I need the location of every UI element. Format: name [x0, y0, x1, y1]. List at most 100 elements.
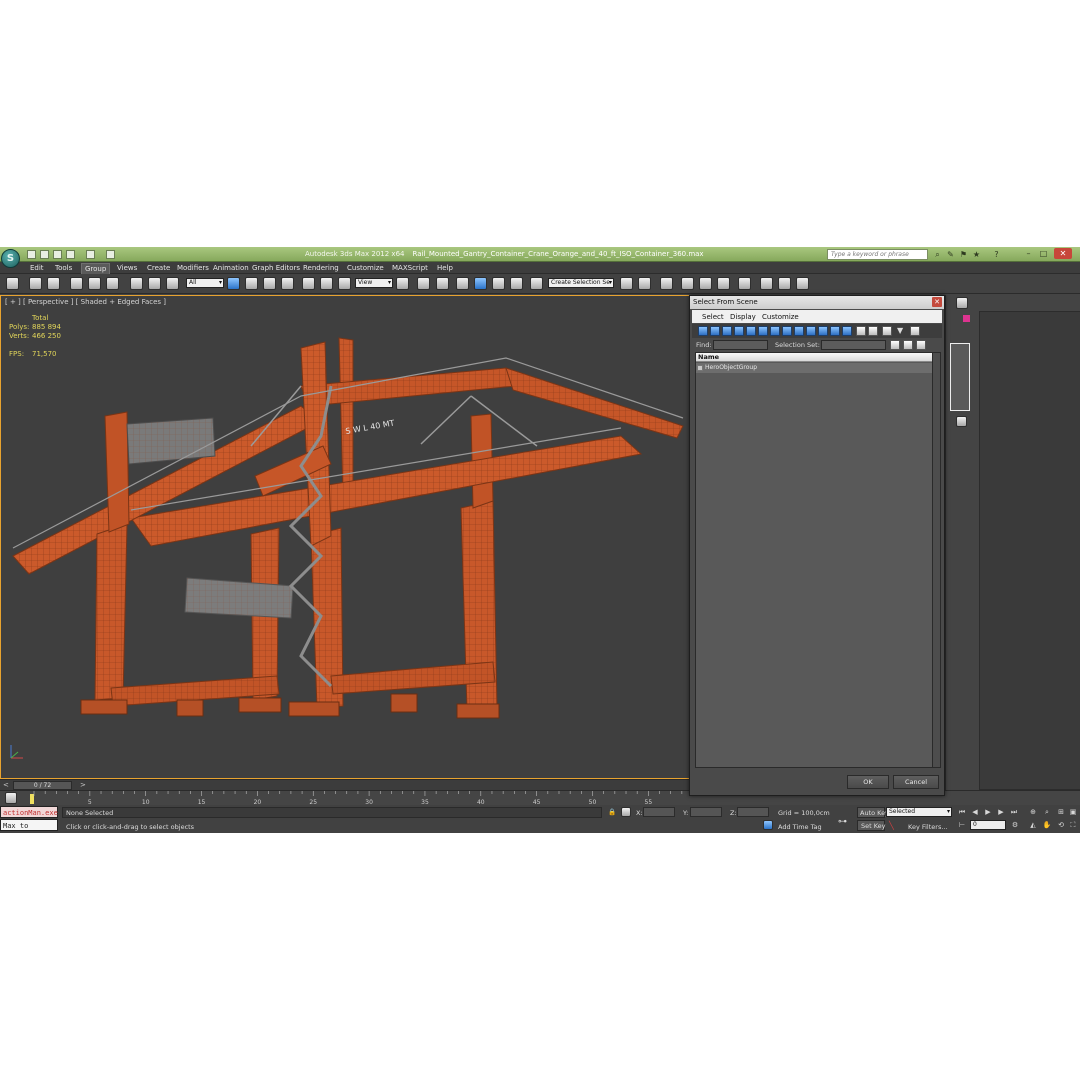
menu-tools[interactable]: Tools — [52, 263, 75, 273]
time-configuration-icon[interactable]: ⚙ — [1010, 820, 1020, 830]
display-groups-icon[interactable] — [770, 326, 780, 336]
time-tag-icon[interactable] — [763, 820, 773, 830]
undo-icon[interactable] — [66, 250, 75, 259]
absolute-mode-icon[interactable] — [621, 807, 631, 817]
new-file-icon[interactable] — [27, 250, 36, 259]
dialog-menu-customize[interactable]: Customize — [762, 313, 799, 321]
display-geometry-icon[interactable] — [698, 326, 708, 336]
menu-customize[interactable]: Customize — [344, 263, 387, 273]
spinner-snap-icon[interactable] — [510, 277, 523, 290]
previous-frame-icon[interactable]: ◀ — [970, 807, 980, 817]
unlink-icon[interactable] — [148, 277, 161, 290]
select-and-link-icon[interactable] — [29, 277, 42, 290]
sync-selection-icon[interactable] — [882, 326, 892, 336]
menu-graph-editors[interactable]: Graph Editors — [249, 263, 303, 273]
render-production-icon[interactable] — [796, 277, 809, 290]
unlink-selection-icon[interactable] — [47, 277, 60, 290]
play-icon[interactable]: ▶ — [983, 807, 993, 817]
selection-set-dropdown[interactable] — [821, 340, 886, 350]
display-children-icon[interactable] — [910, 326, 920, 336]
binoculars-icon[interactable]: ⌕ — [933, 250, 942, 259]
close-button[interactable]: ✕ — [1054, 248, 1072, 259]
mini-curve-editor-icon[interactable] — [5, 792, 17, 804]
current-frame-field[interactable]: 0 — [970, 820, 1006, 830]
display-hidden-icon[interactable] — [830, 326, 840, 336]
rendered-frame-window-icon[interactable] — [778, 277, 791, 290]
save-file-icon[interactable] — [53, 250, 62, 259]
select-invert-icon[interactable] — [916, 340, 926, 350]
named-selection-set-dropdown[interactable]: Create Selection Se — [548, 278, 614, 288]
z-coordinate-field[interactable] — [737, 807, 769, 817]
dialog-menu-select[interactable]: Select — [702, 313, 724, 321]
dialog-close-button[interactable]: ✕ — [932, 297, 942, 307]
key-mode-dropdown[interactable]: Selected — [886, 807, 952, 817]
menu-create[interactable]: Create — [144, 263, 173, 273]
scene-object-list[interactable]: Name HeroObjectGroup — [695, 352, 941, 768]
edit-named-selection-icon[interactable] — [530, 277, 543, 290]
display-space-warps-icon[interactable] — [758, 326, 768, 336]
bind-to-space-warp-icon[interactable] — [70, 277, 83, 290]
menu-rendering[interactable]: Rendering — [300, 263, 342, 273]
open-file-icon[interactable] — [40, 250, 49, 259]
maximize-viewport-icon[interactable]: ⛶ — [1068, 820, 1078, 830]
key-filters-button[interactable]: Key Filters... — [908, 823, 948, 831]
select-and-manipulate-icon[interactable] — [417, 277, 430, 290]
render-setup-icon[interactable] — [760, 277, 773, 290]
time-slider-right-icon[interactable]: > — [80, 781, 86, 789]
redo-icon[interactable] — [86, 250, 95, 259]
key-mode-toggle-icon[interactable]: ⊢ — [957, 820, 967, 830]
percent-snap-icon[interactable] — [492, 277, 505, 290]
display-all-icon[interactable] — [842, 326, 852, 336]
communication-icon[interactable]: ⚑ — [959, 250, 968, 259]
menu-views[interactable]: Views — [114, 263, 140, 273]
undo-scene-icon[interactable] — [6, 277, 19, 290]
layer-explorer-icon[interactable] — [660, 277, 673, 290]
reference-coordinate-dropdown[interactable]: View — [355, 278, 393, 288]
x-coordinate-field[interactable] — [643, 807, 675, 817]
find-input[interactable] — [713, 340, 768, 350]
time-slider-thumb[interactable]: 0 / 72 — [13, 781, 72, 790]
zoom-icon[interactable]: ⌕ — [1042, 807, 1052, 817]
object-color-swatch[interactable] — [963, 315, 970, 322]
display-helpers-icon[interactable] — [746, 326, 756, 336]
pivot-center-icon[interactable] — [396, 277, 409, 290]
select-and-move-icon[interactable] — [302, 277, 315, 290]
curve-editor-icon[interactable] — [699, 277, 712, 290]
viewport-label[interactable]: [ + ] [ Perspective ] [ Shaded + Edged F… — [5, 298, 166, 306]
maxscript-listener-input[interactable]: Max to Physcs — [0, 819, 58, 831]
field-of-view-icon[interactable]: ◭ — [1028, 820, 1038, 830]
display-cameras-icon[interactable] — [734, 326, 744, 336]
menu-maxscript[interactable]: MAXScript — [389, 263, 431, 273]
select-all-icon[interactable] — [890, 340, 900, 350]
layer-manager-icon[interactable] — [88, 277, 101, 290]
display-none-icon[interactable] — [856, 326, 866, 336]
rectangular-selection-icon[interactable] — [263, 277, 276, 290]
selection-lock-icon[interactable]: 🔒 — [608, 808, 616, 816]
orbit-icon[interactable]: ⟲ — [1056, 820, 1066, 830]
zoom-extents-all-icon[interactable]: ⊕ — [1028, 807, 1038, 817]
ok-button[interactable]: OK — [847, 775, 889, 789]
list-item[interactable]: HeroObjectGroup — [696, 363, 932, 373]
display-xrefs-icon[interactable] — [782, 326, 792, 336]
y-coordinate-field[interactable] — [690, 807, 722, 817]
select-and-rotate-icon[interactable] — [320, 277, 333, 290]
menu-animation[interactable]: Animation — [210, 263, 252, 273]
scene-explorer-icon[interactable] — [106, 277, 119, 290]
add-time-tag[interactable]: Add Time Tag — [778, 823, 822, 831]
snaps-toggle-icon[interactable] — [456, 277, 469, 290]
display-bones-icon[interactable] — [794, 326, 804, 336]
key-icon[interactable]: ⊶ — [838, 817, 847, 827]
cancel-button[interactable]: Cancel — [893, 775, 939, 789]
link-icon[interactable] — [130, 277, 143, 290]
invert-display-icon[interactable] — [868, 326, 878, 336]
goto-end-icon[interactable]: ⏭ — [1009, 807, 1019, 817]
select-none-icon[interactable] — [903, 340, 913, 350]
minimize-button[interactable]: – — [1022, 248, 1035, 259]
zoom-all-icon[interactable]: ⊞ — [1056, 807, 1066, 817]
help-icon[interactable]: ? — [992, 250, 1001, 259]
window-crossing-icon[interactable] — [281, 277, 294, 290]
material-editor-icon[interactable] — [738, 277, 751, 290]
display-shapes-icon[interactable] — [710, 326, 720, 336]
project-folder-icon[interactable] — [106, 250, 115, 259]
keyboard-shortcut-override-icon[interactable] — [436, 277, 449, 290]
